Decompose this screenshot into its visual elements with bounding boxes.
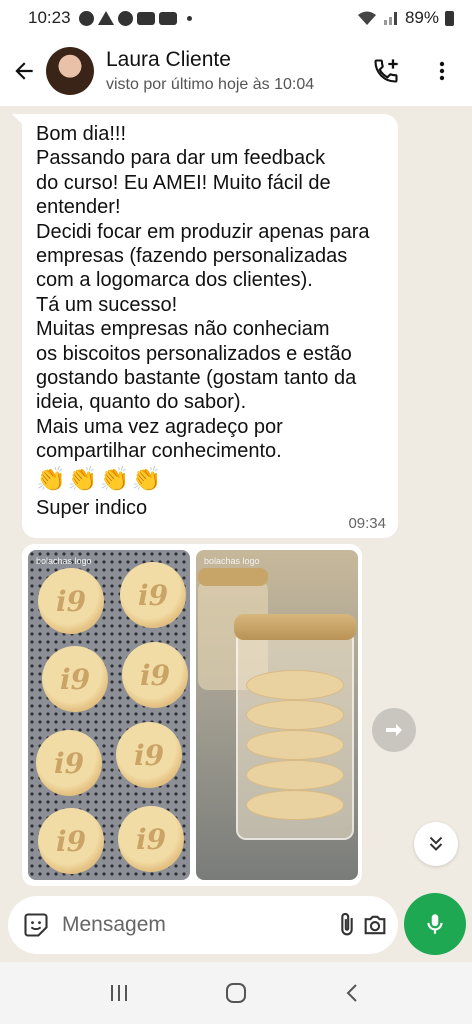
- sticker-button[interactable]: [22, 907, 50, 943]
- phone-add-icon: [374, 59, 398, 83]
- forward-icon: [386, 724, 402, 736]
- more-notifications-icon: [186, 15, 192, 21]
- home-icon: [225, 983, 246, 1003]
- recent-apps-button[interactable]: [97, 971, 141, 1015]
- message-line: entender!: [36, 196, 121, 219]
- message-line: Decidi focar em produzir apenas para: [36, 220, 370, 243]
- message-line: Mais uma vez agradeço por: [36, 415, 283, 438]
- cookie-jar-lid: [234, 614, 356, 640]
- stacked-cookie: [246, 670, 344, 700]
- camera-icon: [364, 915, 386, 935]
- attach-button[interactable]: [333, 907, 361, 943]
- cookie-jar-photo[interactable]: bolachas logo: [196, 550, 358, 880]
- message-line: do curso! Eu AMEI! Muito fácil de: [36, 171, 331, 194]
- stacked-cookie: [246, 730, 344, 760]
- warning-icon: [97, 11, 114, 25]
- stacked-cookie: [246, 700, 344, 730]
- message-compose-bar: [8, 896, 398, 954]
- image-message-bubble[interactable]: bolachas logo i9 i9 i9 i9 i9 i9 i9 i9 bo…: [22, 544, 362, 886]
- cookie: i9: [38, 808, 104, 874]
- home-button[interactable]: [214, 971, 258, 1015]
- forward-button[interactable]: [372, 708, 416, 752]
- recent-apps-icon: [110, 985, 127, 1001]
- cookie: i9: [120, 562, 186, 628]
- camera-button[interactable]: [361, 907, 389, 943]
- message-line: Tá um sucesso!: [36, 293, 178, 316]
- message-line: Super indico: [36, 496, 148, 519]
- scroll-to-bottom-button[interactable]: [414, 822, 458, 866]
- message-timestamp: 09:34: [348, 515, 386, 532]
- message-line: Muitas empresas não conheciam: [36, 318, 330, 341]
- call-button[interactable]: [364, 49, 408, 93]
- cookie: i9: [38, 568, 104, 634]
- contact-last-seen: visto por último hoje às 10:04: [106, 76, 315, 93]
- status-right: 89%: [357, 8, 454, 28]
- cookie-tray-photo[interactable]: bolachas logo i9 i9 i9 i9 i9 i9 i9 i9: [28, 550, 190, 880]
- stacked-cookie: [246, 790, 344, 820]
- chat-header: Laura Cliente visto por último hoje às 1…: [0, 36, 472, 106]
- message-line: compartilhar conhecimento.: [36, 440, 282, 463]
- message-input[interactable]: [62, 913, 333, 937]
- cookie: i9: [122, 642, 188, 708]
- wifi-icon: [357, 11, 376, 25]
- photo-caption: bolachas logo: [36, 556, 92, 566]
- cookie: i9: [118, 806, 184, 872]
- photo-caption: bolachas logo: [204, 556, 260, 566]
- background-jar-lid: [198, 568, 268, 586]
- more-vert-icon: [439, 61, 445, 81]
- mic-icon: [427, 914, 443, 934]
- contact-info[interactable]: Laura Cliente visto por último hoje às 1…: [106, 48, 364, 94]
- system-navigation-bar: [0, 962, 472, 1024]
- youtube-icon: [136, 11, 155, 25]
- status-bar: 10:23 89%: [0, 0, 472, 36]
- message-line: gostando bastante (gostam tanto da: [36, 367, 357, 390]
- contact-name: Laura Cliente: [106, 48, 231, 71]
- facebook-icon: [117, 10, 133, 26]
- message-line: os biscoitos personalizados e estão: [36, 342, 352, 365]
- battery-percent: 89%: [404, 8, 439, 27]
- sticker-icon: [24, 913, 48, 937]
- chevron-left-icon: [346, 984, 358, 1002]
- arrow-left-icon: [15, 62, 33, 80]
- facebook-icon: [78, 10, 94, 26]
- paperclip-icon: [341, 912, 353, 936]
- clapping-hands-emoji: 👏👏👏👏: [36, 465, 164, 493]
- cookie: i9: [116, 722, 182, 788]
- message-line: empresas (fazendo personalizadas: [36, 245, 348, 268]
- avatar[interactable]: [46, 47, 94, 95]
- message-line: com a logomarca dos clientes).: [36, 269, 313, 292]
- notification-icons: [78, 10, 192, 26]
- voice-message-button[interactable]: [404, 893, 466, 955]
- message-line: ideia, quanto do sabor).: [36, 391, 247, 414]
- youtube-icon: [158, 11, 177, 25]
- back-button[interactable]: [2, 49, 46, 93]
- cookie: i9: [36, 730, 102, 796]
- message-line: Passando para dar um feedback: [36, 147, 326, 170]
- chevron-double-down-icon: [429, 836, 443, 851]
- stacked-cookie: [246, 760, 344, 790]
- more-options-button[interactable]: [420, 49, 464, 93]
- incoming-message-bubble[interactable]: Bom dia!!! Passando para dar um feedback…: [12, 114, 398, 538]
- status-time: 10:23: [28, 8, 71, 27]
- system-back-button[interactable]: [331, 971, 375, 1015]
- signal-icon: [383, 12, 397, 25]
- message-line: Bom dia!!!: [36, 123, 127, 145]
- cookie: i9: [42, 646, 108, 712]
- battery-icon: [445, 10, 454, 26]
